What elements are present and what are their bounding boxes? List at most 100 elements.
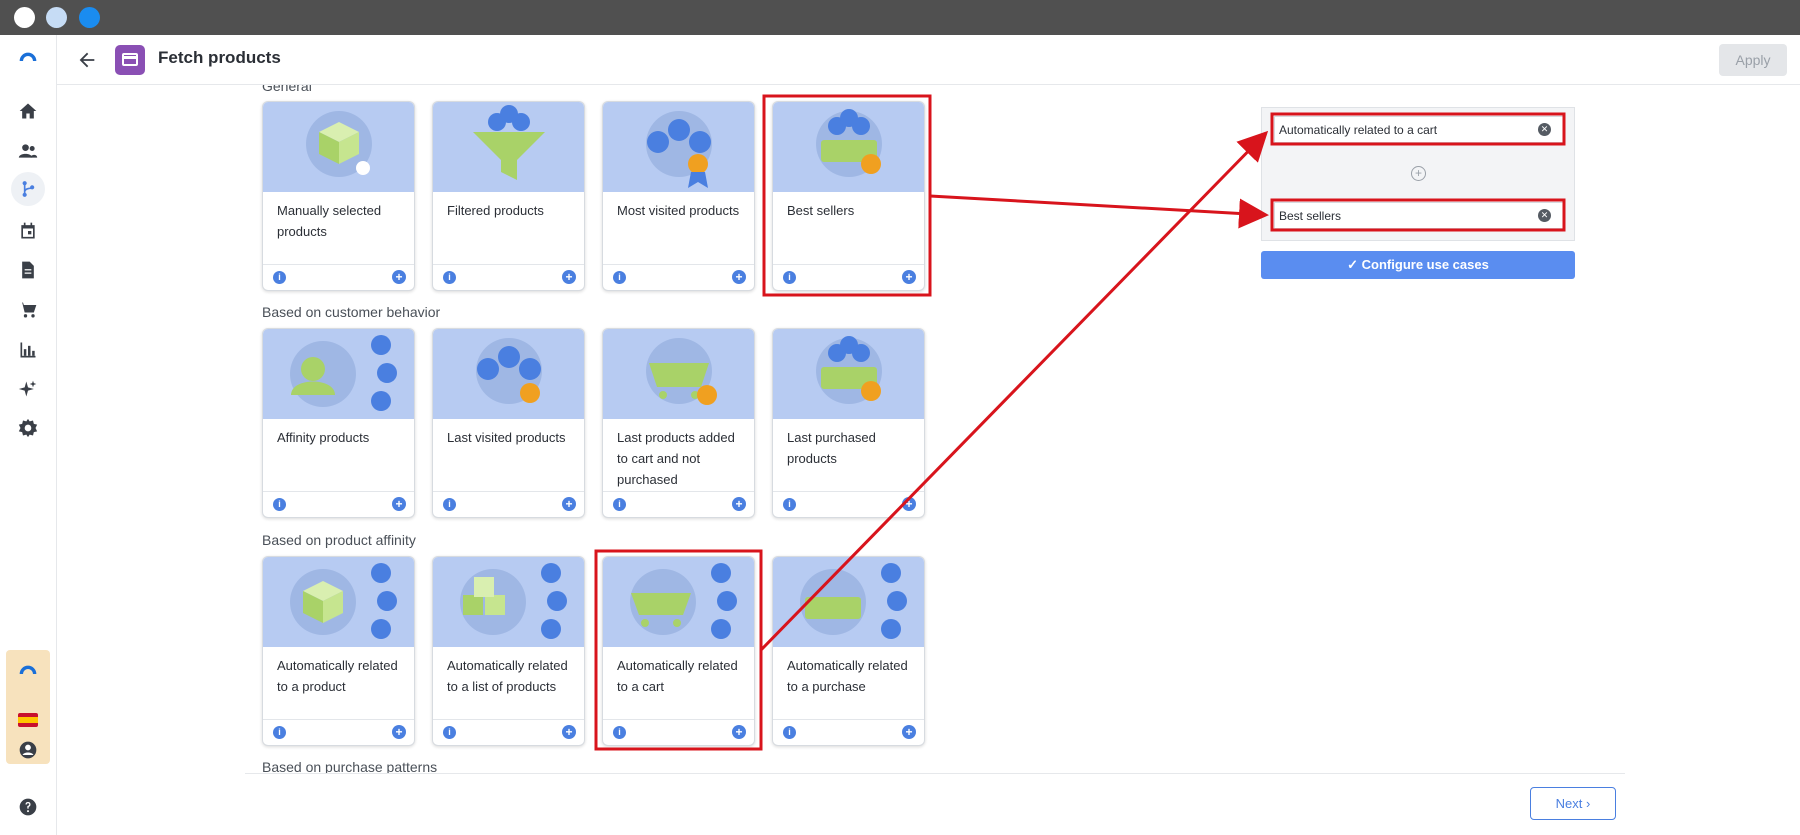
users-icon[interactable] [15, 138, 41, 164]
selected-slot-label: Best sellers [1279, 209, 1342, 223]
info-icon[interactable]: i [273, 498, 286, 511]
selected-use-cases-panel: Automatically related to a cart ✕ + Best… [1261, 107, 1575, 241]
use-case-illustration [263, 102, 414, 192]
add-plus-icon[interactable]: + [732, 270, 746, 284]
use-case-card-best-sellers[interactable]: Best sellers i + [772, 101, 925, 291]
add-plus-icon[interactable]: + [562, 270, 576, 284]
use-case-card-label: Last products added to cart and not purc… [617, 430, 735, 487]
info-icon[interactable]: i [783, 498, 796, 511]
window-titlebar [0, 0, 1800, 35]
add-plus-icon[interactable]: + [562, 497, 576, 511]
document-icon[interactable] [15, 257, 41, 283]
use-case-card-last-purchased-products[interactable]: Last purchased products i + [772, 328, 925, 518]
use-case-card-manually-selected-products[interactable]: Manually selected products i + [262, 101, 415, 291]
info-icon[interactable]: i [613, 498, 626, 511]
add-plus-icon[interactable]: + [392, 497, 406, 511]
use-case-card-footer: i + [603, 719, 754, 745]
window-minimize-dot[interactable] [46, 7, 67, 28]
use-case-illustration [603, 102, 754, 192]
info-icon[interactable]: i [443, 271, 456, 284]
use-case-card-footer: i + [433, 264, 584, 290]
spain-flag-icon[interactable] [18, 713, 38, 727]
sparkles-icon[interactable] [15, 376, 41, 402]
info-icon[interactable]: i [273, 271, 286, 284]
use-case-card-label: Automatically related to a cart [617, 658, 738, 694]
configure-use-cases-button[interactable]: ✓ Configure use cases [1261, 251, 1575, 279]
remove-circle-icon[interactable]: ✕ [1538, 123, 1551, 136]
settings-gear-icon[interactable] [15, 415, 41, 441]
section-title-purchase-patterns: Based on purchase patterns [262, 759, 438, 773]
info-icon[interactable]: i [613, 271, 626, 284]
window-maximize-dot[interactable] [79, 7, 100, 28]
use-case-card-footer: i + [263, 264, 414, 290]
journey-icon[interactable] [11, 172, 45, 206]
use-case-card-filtered-products[interactable]: Filtered products i + [432, 101, 585, 291]
use-case-card-footer: i + [603, 491, 754, 517]
use-case-card-affinity-products[interactable]: Affinity products i + [262, 328, 415, 518]
use-case-card-footer: i + [433, 491, 584, 517]
add-plus-icon[interactable]: + [902, 497, 916, 511]
account-icon[interactable] [15, 737, 41, 763]
info-icon[interactable]: i [443, 726, 456, 739]
selected-slot-label: Automatically related to a cart [1279, 123, 1438, 137]
use-case-card-most-visited-products[interactable]: Most visited products i + [602, 101, 755, 291]
add-plus-icon[interactable]: + [562, 725, 576, 739]
use-case-illustration [773, 102, 924, 192]
use-case-card-label: Automatically related to a list of produ… [447, 658, 568, 694]
add-plus-icon[interactable]: + [732, 725, 746, 739]
use-case-illustration [773, 557, 924, 647]
remove-circle-icon[interactable]: ✕ [1538, 209, 1551, 222]
use-case-card-automatically-related-to-a-cart[interactable]: Automatically related to a cart i + [602, 556, 755, 746]
use-case-card-last-visited-products[interactable]: Last visited products i + [432, 328, 585, 518]
selected-slot-best-sellers[interactable]: Best sellers ✕ [1274, 202, 1564, 229]
chart-icon[interactable] [15, 337, 41, 363]
use-case-card-label: Filtered products [447, 203, 544, 218]
use-case-card-automatically-related-to-a-product[interactable]: Automatically related to a product i + [262, 556, 415, 746]
back-arrow-icon[interactable] [76, 49, 98, 71]
use-case-card-footer: i + [433, 719, 584, 745]
page-header: Fetch products Apply [57, 35, 1800, 85]
use-case-card-label: Most visited products [617, 203, 740, 218]
next-button[interactable]: Next › [1530, 787, 1616, 820]
use-case-illustration [603, 557, 754, 647]
add-plus-icon[interactable]: + [732, 497, 746, 511]
cart-icon[interactable] [15, 297, 41, 323]
workspace-logo-icon [18, 662, 38, 676]
section-title-product-affinity: Based on product affinity [262, 532, 416, 548]
use-case-card-label: Last purchased products [787, 430, 876, 466]
use-case-card-footer: i + [263, 491, 414, 517]
apply-button[interactable]: Apply [1719, 44, 1787, 76]
page-title: Fetch products [158, 48, 281, 67]
use-case-card-label: Best sellers [787, 203, 855, 218]
add-slot-plus-icon[interactable]: + [1411, 166, 1426, 181]
info-icon[interactable]: i [783, 271, 796, 284]
use-case-card-automatically-related-to-a-list-of-products[interactable]: Automatically related to a list of produ… [432, 556, 585, 746]
use-case-illustration [773, 329, 924, 419]
home-icon[interactable] [15, 98, 41, 124]
use-case-card-label: Automatically related to a product [277, 658, 398, 694]
calendar-icon[interactable] [15, 218, 41, 244]
add-plus-icon[interactable]: + [392, 270, 406, 284]
use-case-illustration [433, 557, 584, 647]
info-icon[interactable]: i [273, 726, 286, 739]
use-case-card-footer: i + [263, 719, 414, 745]
selected-slot-cart[interactable]: Automatically related to a cart ✕ [1274, 116, 1564, 143]
info-icon[interactable]: i [783, 726, 796, 739]
logo-icon[interactable] [15, 43, 41, 69]
footer-divider [245, 773, 1625, 774]
add-plus-icon[interactable]: + [902, 725, 916, 739]
use-case-illustration [263, 329, 414, 419]
add-plus-icon[interactable]: + [902, 270, 916, 284]
add-plus-icon[interactable]: + [392, 725, 406, 739]
use-case-card-footer: i + [773, 719, 924, 745]
use-case-illustration [433, 102, 584, 192]
info-icon[interactable]: i [443, 498, 456, 511]
use-case-card-automatically-related-to-a-purchase[interactable]: Automatically related to a purchase i + [772, 556, 925, 746]
sidebar [0, 35, 57, 835]
info-icon[interactable]: i [613, 726, 626, 739]
window-close-dot[interactable] [14, 7, 35, 28]
use-case-card-last-products-added-to-cart-and-not-purchased[interactable]: Last products added to cart and not purc… [602, 328, 755, 518]
help-icon[interactable] [15, 794, 41, 820]
use-case-card-footer: i + [773, 264, 924, 290]
use-case-card-label: Manually selected products [277, 203, 382, 239]
